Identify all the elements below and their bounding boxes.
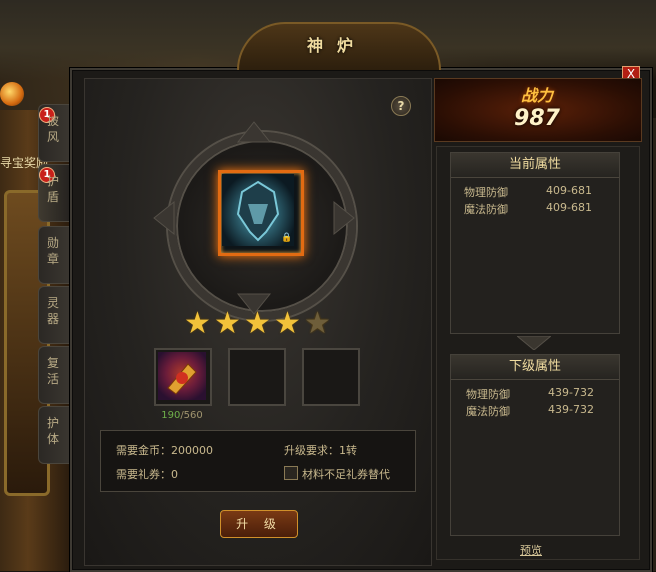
tab-body-guard[interactable]: 护体 (38, 406, 69, 464)
tab-label: 披风 (47, 114, 60, 144)
help-button[interactable]: ? (391, 96, 411, 116)
material-item-icon (158, 352, 206, 400)
coupon-substitute-label: 材料不足礼券替代 (302, 468, 390, 481)
tab-label: 勋章 (47, 236, 60, 266)
material-current: 190 (161, 410, 181, 421)
requirement-box (100, 430, 416, 492)
star-icon: ★ (214, 306, 241, 341)
attr-value: 409-681 (546, 201, 592, 214)
tab-spirit[interactable]: 灵器 (38, 286, 69, 344)
tab-revive[interactable]: 复活 (38, 346, 69, 404)
attr-name: 魔法防御 (466, 405, 510, 418)
lock-icon: 🔒 (281, 233, 293, 243)
coupon-requirement: 需要礼券：0 (116, 468, 178, 481)
tab-label: 护体 (47, 416, 60, 446)
star-icon: ★ (304, 306, 331, 341)
star-icon: ★ (274, 306, 301, 341)
empty-slot[interactable] (302, 348, 360, 406)
power-value: 987 (514, 106, 560, 131)
orb-icon (0, 82, 24, 106)
tab-medal[interactable]: 勋章 (38, 226, 69, 284)
attr-name: 物理防御 (466, 388, 510, 401)
tab-label: 复活 (47, 356, 60, 386)
next-attr-title: 下级属性 (451, 355, 619, 380)
tab-label: 护盾 (47, 174, 60, 204)
window-title: 神炉 (306, 36, 367, 55)
upgrade-button[interactable]: 升 级 (220, 510, 298, 538)
empty-slot[interactable] (228, 348, 286, 406)
next-attributes: 下级属性 (450, 354, 620, 536)
level-requirement: 升级要求：1转 (284, 444, 357, 457)
current-attributes: 当前属性 (450, 152, 620, 334)
star-icon: ★ (244, 306, 271, 341)
attr-name: 物理防御 (464, 186, 508, 199)
tab-shield[interactable]: 1 护盾 (38, 164, 69, 222)
attr-value: 439-732 (548, 403, 594, 416)
gold-requirement: 需要金币：200000 (116, 444, 213, 457)
current-attr-title: 当前属性 (451, 153, 619, 178)
attr-value: 439-732 (548, 386, 594, 399)
material-max: /560 (180, 410, 203, 421)
preview-link[interactable]: 预览 (520, 542, 542, 558)
power-label: 战力 (520, 86, 553, 105)
coupon-substitute-checkbox[interactable] (284, 466, 298, 480)
arrow-down-icon (517, 336, 551, 350)
star-icon: ★ (184, 306, 211, 341)
tab-cloak[interactable]: 1 披风 (38, 104, 69, 162)
material-progress: 190/560 (152, 410, 212, 421)
tab-label: 灵器 (47, 296, 60, 326)
attr-value: 409-681 (546, 184, 592, 197)
attr-name: 魔法防御 (464, 203, 508, 216)
